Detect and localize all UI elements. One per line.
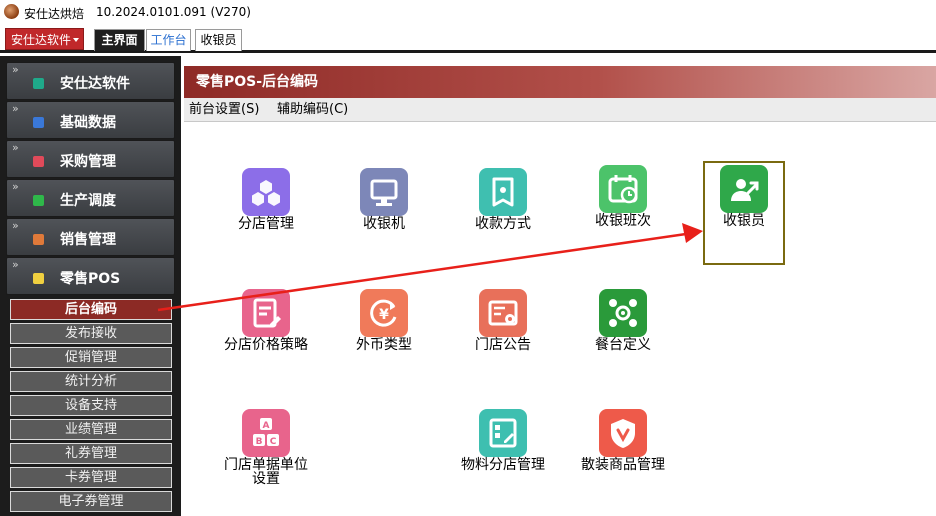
payment-icon xyxy=(479,168,527,216)
price-strategy-icon xyxy=(242,289,290,337)
tile-label: 门店单据单位设置 xyxy=(224,457,308,487)
double-chevron-icon: » xyxy=(12,258,19,271)
sidebar-category-label: 安仕达软件 xyxy=(60,76,130,92)
monitor-icon xyxy=(360,168,408,216)
table-def-icon xyxy=(599,289,647,337)
svg-text:C: C xyxy=(270,437,277,447)
currency-icon: ¥ xyxy=(360,289,408,337)
sales-icon xyxy=(33,234,44,245)
sidebar-category-label: 基础数据 xyxy=(60,115,116,131)
sidebar-category-label: 销售管理 xyxy=(60,232,116,248)
svg-text:A: A xyxy=(263,421,270,431)
purchase-icon xyxy=(33,156,44,167)
tile-dining-table-definition[interactable]: 餐台定义 xyxy=(578,289,668,399)
panel-menu-bar: 前台设置(S) 辅助编码(C) xyxy=(184,98,936,122)
tile-label: 餐台定义 xyxy=(595,337,651,353)
sidebar: » 安仕达软件 » 基础数据 » 采购管理 » 生产调度 » 销售管理 » 零售… xyxy=(0,56,181,516)
menu-auxiliary-codes[interactable]: 辅助编码(C) xyxy=(277,98,348,122)
sidebar-category-retail-pos[interactable]: » 零售POS xyxy=(6,257,175,295)
tile-cash-register[interactable]: 收银机 xyxy=(339,168,429,278)
announcement-icon xyxy=(479,289,527,337)
sidebar-item-card-voucher[interactable]: 卡券管理 xyxy=(10,467,172,488)
retail-pos-icon xyxy=(33,273,44,284)
sidebar-item-performance[interactable]: 业绩管理 xyxy=(10,419,172,440)
sidebar-category-software[interactable]: » 安仕达软件 xyxy=(6,62,175,100)
sidebar-item-publish-receive[interactable]: 发布接收 xyxy=(10,323,172,344)
brand-menu-button[interactable]: 安仕达软件 xyxy=(5,28,84,50)
tile-store-document-units[interactable]: ABC 门店单据单位设置 xyxy=(221,409,311,516)
sidebar-category-label: 生产调度 xyxy=(60,193,116,209)
sidebar-category-production[interactable]: » 生产调度 xyxy=(6,179,175,217)
tile-label: 收银员 xyxy=(723,213,765,229)
material-icon xyxy=(479,409,527,457)
tile-store-management[interactable]: 分店管理 xyxy=(221,168,311,278)
tile-label: 分店价格策略 xyxy=(224,337,308,353)
software-icon xyxy=(33,78,44,89)
app-window: 安仕达烘焙 10.2024.0101.091 (V270) 安仕达软件 主界面 … xyxy=(0,0,936,516)
double-chevron-icon: » xyxy=(12,102,19,115)
store-icon xyxy=(242,168,290,216)
basic-data-icon xyxy=(33,117,44,128)
sidebar-category-sales[interactable]: » 销售管理 xyxy=(6,218,175,256)
tile-label: 分店管理 xyxy=(238,216,294,232)
app-version: 10.2024.0101.091 (V270) xyxy=(96,5,251,19)
tab-cashier[interactable]: 收银员 xyxy=(195,29,242,51)
cashier-icon xyxy=(720,165,768,213)
chevron-down-icon xyxy=(73,38,79,42)
double-chevron-icon: » xyxy=(12,63,19,76)
menu-frontend-settings[interactable]: 前台设置(S) xyxy=(189,98,259,122)
tab-workbench[interactable]: 工作台 xyxy=(146,29,191,51)
tile-cashier-shifts[interactable]: 收银班次 xyxy=(578,165,668,275)
tile-label: 外币类型 xyxy=(356,337,412,353)
tile-foreign-currency[interactable]: ¥ 外币类型 xyxy=(339,289,429,399)
tile-store-announcement[interactable]: 门店公告 xyxy=(458,289,548,399)
app-logo-icon xyxy=(4,4,19,19)
sidebar-item-backend-codes[interactable]: 后台编码 xyxy=(10,299,172,320)
svg-text:¥: ¥ xyxy=(379,307,389,323)
sidebar-category-basic-data[interactable]: » 基础数据 xyxy=(6,101,175,139)
tile-bulk-goods-management[interactable]: 散装商品管理 xyxy=(578,409,668,516)
tile-label: 门店公告 xyxy=(475,337,531,353)
tile-label: 散装商品管理 xyxy=(581,457,665,473)
sidebar-item-gift-voucher[interactable]: 礼券管理 xyxy=(10,443,172,464)
tab-bar: 安仕达软件 主界面 工作台 收银员 xyxy=(0,26,936,53)
double-chevron-icon: » xyxy=(12,219,19,232)
panel-title: 零售POS-后台编码 xyxy=(184,66,936,98)
tile-label: 收银班次 xyxy=(595,213,651,229)
double-chevron-icon: » xyxy=(12,180,19,193)
tile-store-price-strategy[interactable]: 分店价格策略 xyxy=(221,289,311,399)
tab-main[interactable]: 主界面 xyxy=(94,29,145,51)
brand-menu-label: 安仕达软件 xyxy=(11,33,72,47)
svg-text:B: B xyxy=(256,437,263,447)
shift-calendar-icon xyxy=(599,165,647,213)
production-icon xyxy=(33,195,44,206)
sidebar-category-label: 零售POS xyxy=(60,271,121,287)
sidebar-item-statistics[interactable]: 统计分析 xyxy=(10,371,172,392)
double-chevron-icon: » xyxy=(12,141,19,154)
sidebar-item-device-support[interactable]: 设备支持 xyxy=(10,395,172,416)
tile-label: 收银机 xyxy=(363,216,405,232)
tile-label: 物料分店管理 xyxy=(461,457,545,473)
sidebar-category-purchase[interactable]: » 采购管理 xyxy=(6,140,175,178)
app-title: 安仕达烘焙 xyxy=(24,7,85,21)
tile-cashiers[interactable]: 收银员 xyxy=(699,165,789,275)
abc-units-icon: ABC xyxy=(242,409,290,457)
tile-payment-methods[interactable]: 收款方式 xyxy=(458,168,548,278)
tile-material-store-management[interactable]: 物料分店管理 xyxy=(458,409,548,516)
sidebar-item-e-voucher[interactable]: 电子券管理 xyxy=(10,491,172,512)
sidebar-item-promotion[interactable]: 促销管理 xyxy=(10,347,172,368)
bulk-goods-icon xyxy=(599,409,647,457)
sidebar-category-label: 采购管理 xyxy=(60,154,116,170)
title-bar: 安仕达烘焙 10.2024.0101.091 (V270) xyxy=(0,0,936,24)
tile-label: 收款方式 xyxy=(475,216,531,232)
